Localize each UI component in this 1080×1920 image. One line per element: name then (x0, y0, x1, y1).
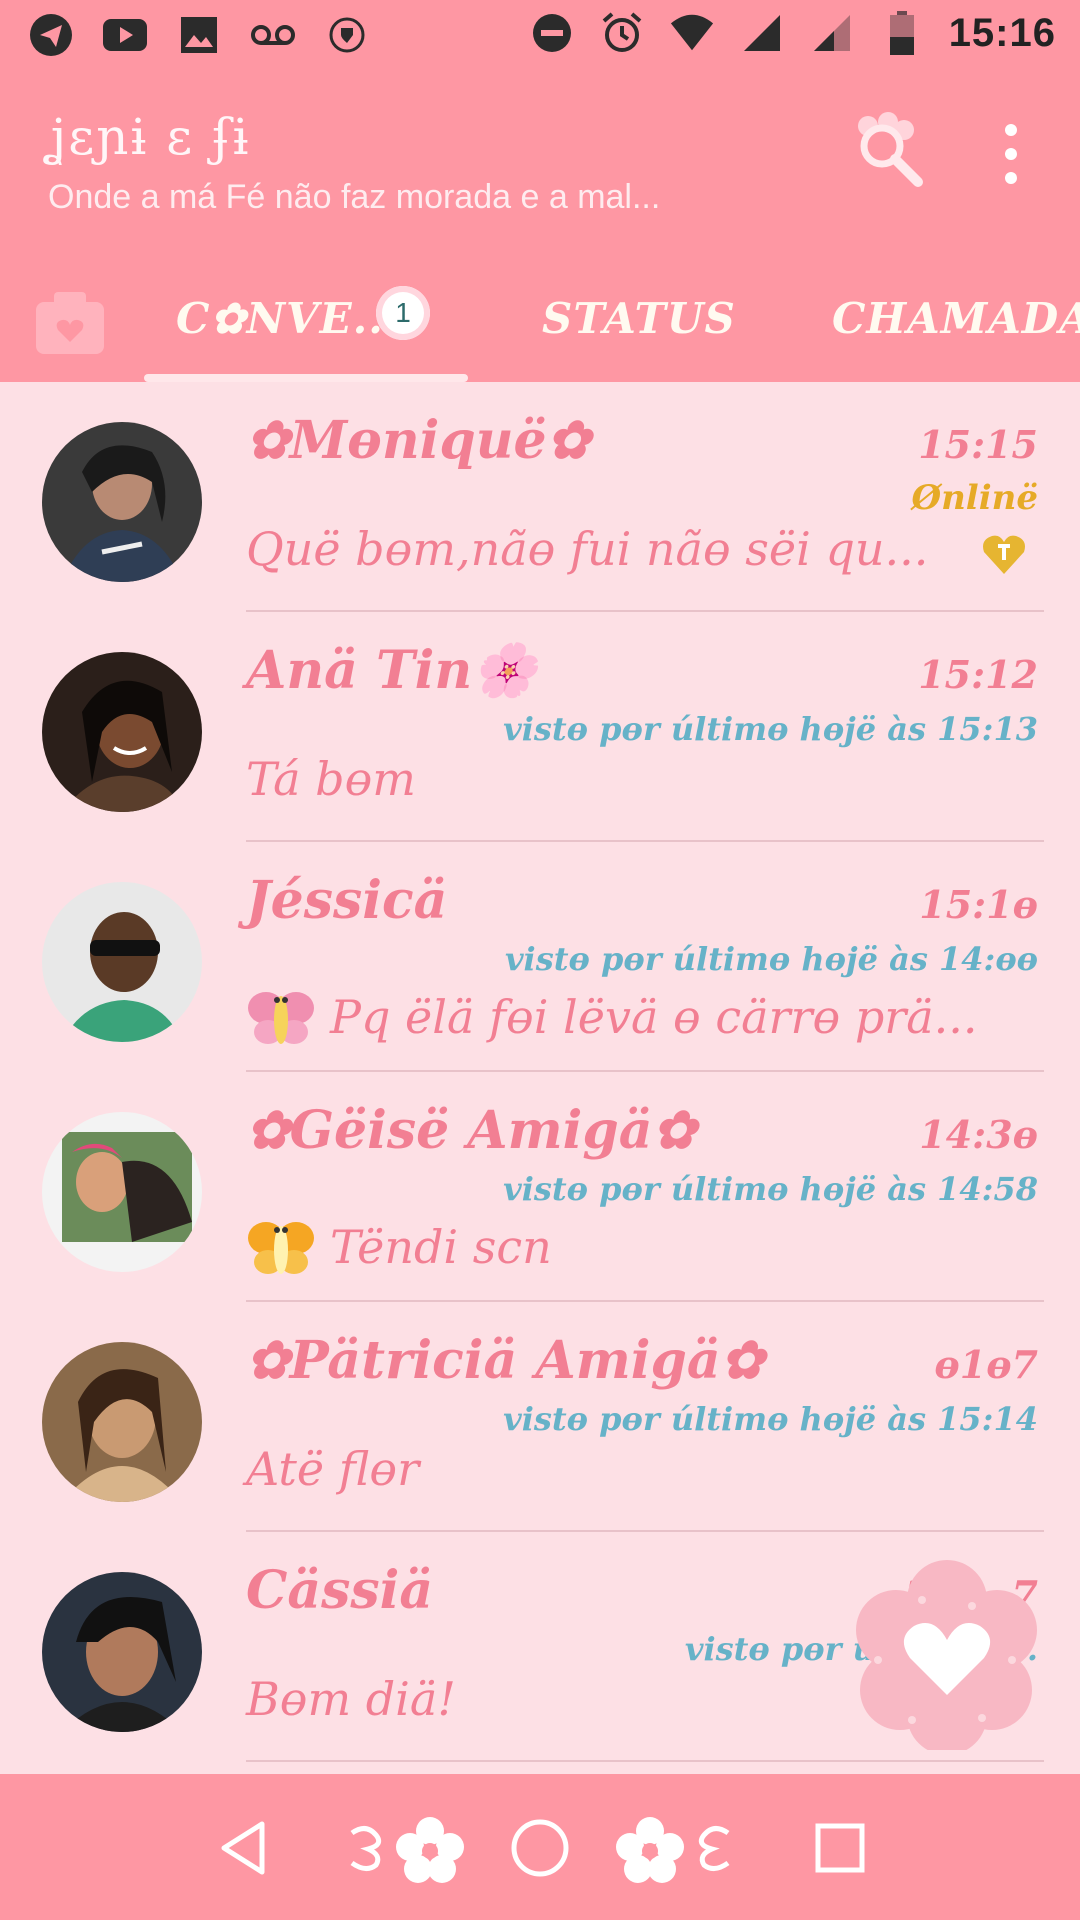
divider (246, 1760, 1044, 1762)
last-seen: vistɵ pɵr últimɵ hɵjë às 15:14 (503, 1400, 1038, 1438)
message-time: 14:3ɵ (919, 1112, 1038, 1157)
message-time: 15:15 (918, 422, 1038, 467)
avatar[interactable] (42, 422, 202, 582)
last-seen: vistɵ pɵr últimɵ hɵjë às 14:ɵɵ (504, 940, 1038, 978)
clock: 15:16 (948, 10, 1056, 55)
active-tab-indicator (144, 374, 468, 382)
search-icon[interactable] (848, 112, 928, 192)
status-bar: 15:16 (0, 0, 1080, 72)
alarm-icon (599, 10, 645, 56)
tab-calls[interactable]: CHAMADAS (832, 294, 1080, 343)
message-preview: Atë flɵr (246, 1442, 420, 1496)
youtube-icon (102, 12, 148, 58)
wifi-icon (669, 10, 715, 56)
last-seen: vistɵ pɵr últimɵ hɵjë às 14:58 (503, 1170, 1038, 1208)
contact-name: Jéssicä (246, 870, 448, 931)
heart-flower-icon[interactable] (852, 1560, 1042, 1755)
message-preview: Pq ëlä fɵi lëvä ɵ cärrɵ prä... (246, 982, 978, 1052)
last-seen: vistɵ pɵr últimɵ hɵjë às 15:13 (503, 710, 1038, 748)
butterfly-icon (248, 992, 314, 1044)
signal-icon (739, 10, 785, 56)
online-status: Ønlinë (911, 478, 1038, 518)
chat-row[interactable]: ✿Pätriciä Amigä✿ ɵ1ɵ7 vistɵ pɵr últimɵ h… (0, 1302, 1080, 1532)
contact-name: ✿Mɵniquë✿ (246, 410, 591, 471)
telegram-icon (28, 12, 74, 58)
message-preview: Quë bɵm,nãɵ fui nãɵ sëi qu... (246, 522, 929, 576)
avatar[interactable] (42, 1342, 202, 1502)
shield-icon (324, 12, 370, 58)
message-time: 15:1ɵ (919, 882, 1038, 927)
app-bar: ʝɛɲɨ ɛ ʄɨ Onde a má Fé não faz morada e … (0, 72, 1080, 382)
back-icon[interactable] (206, 1810, 282, 1886)
butterfly-icon (248, 1222, 314, 1274)
contact-name: ✿Gëisë Amigä✿ (246, 1100, 697, 1161)
chat-row[interactable]: Anä Tin🌸 15:12 vistɵ pɵr últimɵ hɵjë às … (0, 612, 1080, 842)
avatar[interactable] (42, 1572, 202, 1732)
group-title[interactable]: ʝɛɲɨ ɛ ʄɨ (48, 108, 251, 166)
contact-name: Cässiä (246, 1560, 434, 1621)
avatar[interactable] (42, 652, 202, 812)
contact-name: Anä Tin🌸 (246, 640, 537, 701)
message-preview: Tá bɵm (246, 752, 416, 806)
camera-icon[interactable] (30, 282, 110, 362)
tab-bar: C✿NVE... 1 STATUS CHAMADAS (0, 264, 1080, 382)
chat-row[interactable]: ✿Gëisë Amigä✿ 14:3ɵ vistɵ pɵr últimɵ hɵj… (0, 1072, 1080, 1302)
pin-icon (980, 530, 1028, 578)
message-time: ɵ1ɵ7 (934, 1342, 1038, 1387)
voicemail-icon (250, 12, 296, 58)
avatar[interactable] (42, 1112, 202, 1272)
contact-name: ✿Pätriciä Amigä✿ (246, 1330, 765, 1391)
chat-row[interactable]: Jéssicä 15:1ɵ vistɵ pɵr últimɵ hɵjë às 1… (0, 842, 1080, 1072)
tab-conversations[interactable]: C✿NVE... (176, 294, 399, 343)
flower-decoration-icon-2 (614, 1810, 734, 1886)
recents-icon[interactable] (802, 1810, 878, 1886)
message-preview: Bɵm diä! (246, 1672, 456, 1726)
battery-icon (879, 10, 925, 56)
more-vert-icon[interactable] (996, 124, 1026, 184)
navigation-bar (0, 1774, 1080, 1920)
message-time: 15:12 (918, 652, 1038, 697)
gallery-icon (176, 12, 222, 58)
message-preview: Tëndi scn (246, 1212, 552, 1282)
flower-decoration-icon (346, 1810, 466, 1886)
avatar[interactable] (42, 882, 202, 1042)
home-icon[interactable] (502, 1810, 578, 1886)
signal-icon-2 (809, 10, 855, 56)
do-not-disturb-icon (529, 10, 575, 56)
group-subtitle[interactable]: Onde a má Fé não faz morada e a mal... (48, 178, 660, 217)
tab-status[interactable]: STATUS (542, 294, 736, 343)
unread-badge: 1 (376, 286, 430, 340)
chat-row[interactable]: ✿Mɵniquë✿ 15:15 Ønlinë Quë bɵm,nãɵ fui n… (0, 382, 1080, 612)
